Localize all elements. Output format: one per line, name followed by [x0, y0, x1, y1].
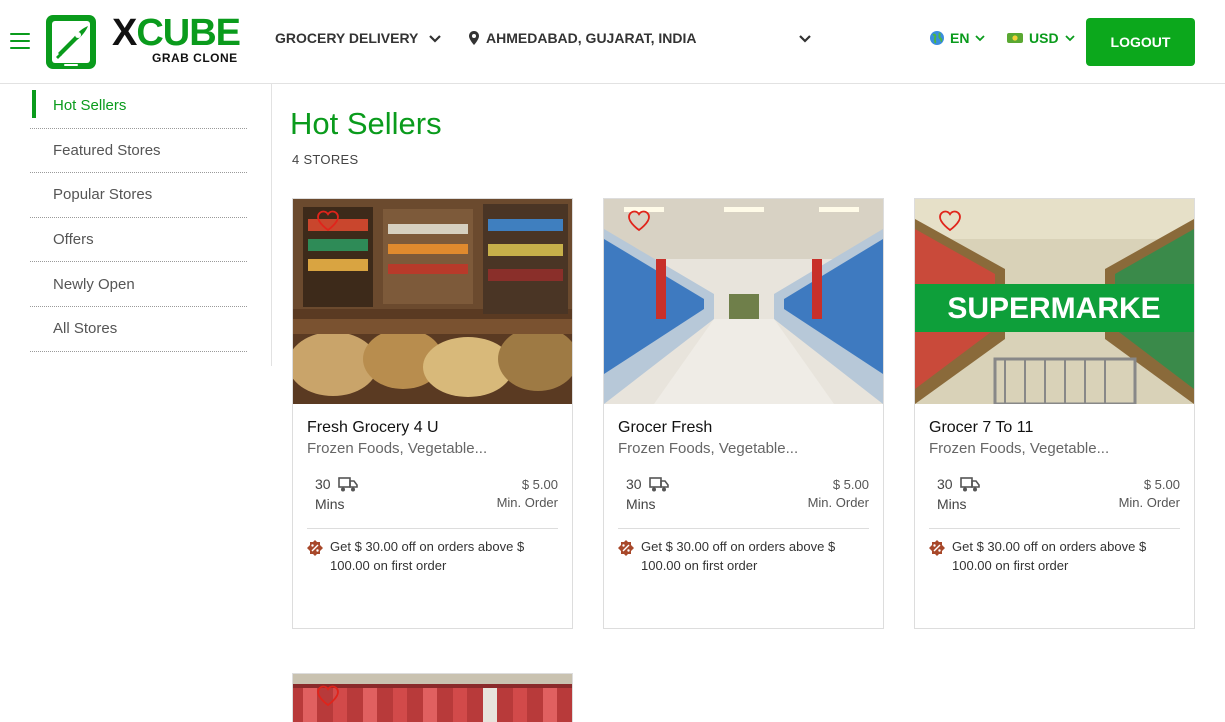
- store-card[interactable]: SUPERMARKE Grocer 7 To 11 Frozen Foods, …: [914, 198, 1195, 629]
- map-pin-icon: [469, 31, 479, 45]
- page-title: Hot Sellers: [290, 106, 442, 141]
- store-count: 4 STORES: [292, 152, 359, 167]
- delivery-truck-icon: [649, 477, 669, 492]
- brand-x: X: [112, 12, 137, 54]
- discount-icon: [618, 540, 634, 556]
- offer-text: Get $ 30.00 off on orders above $ 100.00…: [952, 539, 1147, 573]
- min-order-value: $ 5.00: [1143, 477, 1180, 492]
- service-label: GROCERY DELIVERY: [275, 30, 419, 46]
- brand-cube: CUBE: [136, 12, 241, 54]
- store-categories: Frozen Foods, Vegetable...: [929, 440, 1110, 457]
- store-banner-text: SUPERMARKE: [947, 292, 1160, 325]
- location-text: AHMEDABAD, GUJARAT, INDIA: [486, 30, 697, 46]
- card-divider: [307, 528, 558, 529]
- delivery-time-unit: Mins: [937, 496, 967, 512]
- sidebar-item-popular-stores[interactable]: Popular Stores: [30, 173, 247, 218]
- sidebar-item-featured-stores[interactable]: Featured Stores: [30, 129, 247, 174]
- category-sidebar: Hot Sellers Featured Stores Popular Stor…: [30, 84, 272, 366]
- delivery-time-value: 30: [315, 476, 331, 492]
- chevron-down-icon: [975, 35, 986, 42]
- sidebar-item-label: All Stores: [53, 320, 118, 338]
- store-name: Grocer 7 To 11: [929, 419, 1034, 436]
- sidebar-item-label: Popular Stores: [53, 186, 153, 204]
- sidebar-item-all-stores[interactable]: All Stores: [30, 307, 247, 352]
- store-card[interactable]: Fresh Grocery 4 U Frozen Foods, Vegetabl…: [292, 198, 573, 629]
- currency-note-icon: [1007, 33, 1023, 43]
- sidebar-item-label: Hot Sellers: [53, 97, 127, 115]
- currency-dropdown[interactable]: USD: [1006, 30, 1076, 46]
- sidebar-item-offers[interactable]: Offers: [30, 218, 247, 263]
- chevron-down-icon: [429, 34, 442, 43]
- discount-icon: [929, 540, 945, 556]
- heart-icon[interactable]: [315, 209, 341, 233]
- delivery-time-unit: Mins: [315, 496, 345, 512]
- delivery-truck-icon: [960, 477, 980, 492]
- delivery-time-unit: Mins: [626, 496, 656, 512]
- logo-rocket-icon[interactable]: [44, 13, 98, 71]
- chevron-down-icon: [799, 34, 811, 43]
- min-order-label: Min. Order: [496, 495, 558, 510]
- min-order-value: $ 5.00: [832, 477, 869, 492]
- sidebar-item-hot-sellers[interactable]: Hot Sellers: [30, 84, 247, 129]
- currency-label: USD: [1029, 30, 1059, 46]
- discount-icon: [307, 540, 323, 556]
- sidebar-item-newly-open[interactable]: Newly Open: [30, 262, 247, 307]
- min-order-value: $ 5.00: [521, 477, 558, 492]
- heart-icon[interactable]: [315, 684, 341, 708]
- card-divider: [618, 528, 869, 529]
- globe-icon: [930, 31, 944, 45]
- top-header: XCUBE GRAB CLONE GROCERY DELIVERY AHMEDA…: [0, 0, 1225, 84]
- store-categories: Frozen Foods, Vegetable...: [307, 440, 488, 457]
- store-card[interactable]: [292, 673, 573, 722]
- logout-button[interactable]: LOGOUT: [1086, 18, 1195, 66]
- store-name: Grocer Fresh: [618, 419, 713, 436]
- chevron-down-icon: [1064, 35, 1075, 42]
- language-label: EN: [950, 30, 970, 46]
- store-card[interactable]: Grocer Fresh Frozen Foods, Vegetable... …: [603, 198, 884, 629]
- store-categories: Frozen Foods, Vegetable...: [618, 440, 799, 457]
- language-dropdown[interactable]: EN: [929, 30, 986, 46]
- offer-text: Get $ 30.00 off on orders above $ 100.00…: [330, 539, 525, 573]
- service-dropdown[interactable]: GROCERY DELIVERY: [275, 30, 442, 46]
- sidebar-item-label: Newly Open: [53, 275, 135, 293]
- brand-logo-text[interactable]: XCUBE GRAB CLONE: [112, 12, 241, 65]
- delivery-truck-icon: [338, 477, 358, 492]
- delivery-time-value: 30: [937, 476, 953, 492]
- offer-text: Get $ 30.00 off on orders above $ 100.00…: [641, 539, 836, 573]
- sidebar-item-label: Offers: [53, 231, 94, 249]
- heart-icon[interactable]: [626, 209, 652, 233]
- brand-tagline: GRAB CLONE: [152, 51, 238, 65]
- min-order-label: Min. Order: [807, 495, 869, 510]
- menu-icon[interactable]: [10, 33, 30, 49]
- heart-icon[interactable]: [937, 209, 963, 233]
- delivery-time-value: 30: [626, 476, 642, 492]
- sidebar-item-label: Featured Stores: [53, 141, 161, 159]
- location-selector[interactable]: AHMEDABAD, GUJARAT, INDIA: [468, 30, 812, 46]
- min-order-label: Min. Order: [1118, 495, 1180, 510]
- store-name: Fresh Grocery 4 U: [307, 419, 439, 436]
- card-divider: [929, 528, 1180, 529]
